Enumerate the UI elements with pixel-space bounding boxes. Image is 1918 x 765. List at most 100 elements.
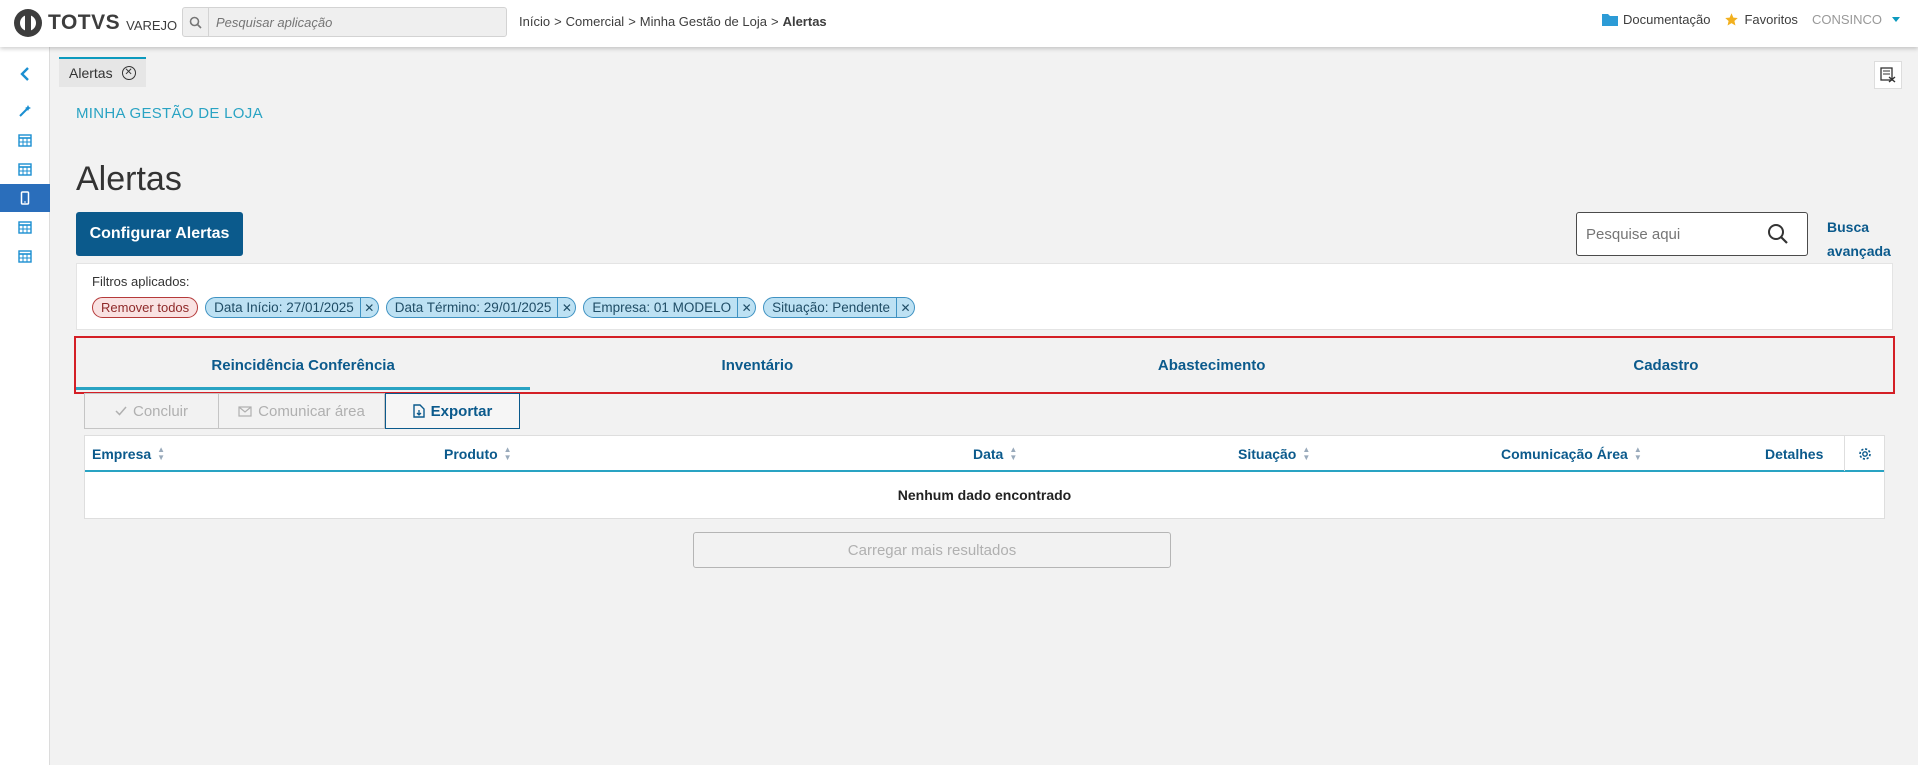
breadcrumb: Início > Comercial > Minha Gestão de Loj… bbox=[519, 14, 827, 29]
close-icon[interactable]: ✕ bbox=[737, 297, 755, 318]
breadcrumb-item-inicio[interactable]: Início bbox=[519, 14, 550, 29]
sidebar-item-mobile[interactable] bbox=[0, 184, 50, 212]
grid-header: Empresa ▲ ▼ Produto ▲ ▼ Data ▲ ▼ Situação ▲ ▼ Co… bbox=[85, 436, 1884, 472]
filter-chip-situacao: Situação: Pendente ✕ bbox=[763, 297, 916, 318]
advanced-search-label-1: Busca bbox=[1827, 219, 1870, 235]
column-header-situacao[interactable]: Situação ▲ ▼ bbox=[1238, 445, 1311, 463]
documentation-label: Documentação bbox=[1623, 12, 1711, 27]
communicate-area-label: Comunicar área bbox=[258, 402, 365, 420]
favorites-link[interactable]: Favoritos bbox=[1724, 12, 1798, 27]
table-icon bbox=[18, 162, 32, 176]
search-icon bbox=[183, 8, 209, 36]
user-menu[interactable]: CONSINCO bbox=[1812, 12, 1900, 27]
export-label: Exportar bbox=[430, 402, 493, 420]
chevron-left-icon bbox=[20, 67, 29, 81]
sidebar-item-wand[interactable] bbox=[0, 97, 50, 125]
close-icon[interactable]: ✕ bbox=[359, 297, 378, 318]
page-tab-alertas[interactable]: Alertas ✕ bbox=[59, 57, 146, 87]
user-label: CONSINCO bbox=[1811, 12, 1882, 27]
search-box bbox=[1576, 212, 1808, 256]
totvs-logo-icon bbox=[14, 9, 42, 37]
table-icon bbox=[18, 249, 32, 263]
breadcrumb-separator: > bbox=[554, 14, 562, 29]
filter-chip-label: Data Início: 27/01/2025 bbox=[214, 300, 354, 315]
filter-chip-data-termino: Data Término: 29/01/2025 ✕ bbox=[385, 297, 577, 318]
check-icon bbox=[115, 406, 127, 416]
filters-label: Filtros aplicados: bbox=[92, 274, 190, 289]
table-icon bbox=[18, 133, 32, 147]
search-icon[interactable] bbox=[1767, 223, 1789, 245]
column-header-data[interactable]: Data ▲ ▼ bbox=[973, 446, 1017, 463]
filter-chip-label: Empresa: 01 MODELO bbox=[592, 300, 732, 315]
sort-icon: ▲ ▼ bbox=[1633, 445, 1642, 462]
search-input[interactable] bbox=[1577, 225, 1767, 243]
sidebar bbox=[0, 47, 50, 765]
tab-cadastro[interactable]: Cadastro bbox=[1439, 338, 1893, 392]
logo-brand: TOTVS bbox=[48, 11, 121, 34]
filter-chip-empresa: Empresa: 01 MODELO ✕ bbox=[583, 297, 757, 318]
wand-icon bbox=[19, 105, 31, 117]
breadcrumb-separator: > bbox=[628, 14, 636, 29]
sidebar-item-table-1[interactable] bbox=[0, 126, 50, 154]
filter-chip-label: Data Término: 29/01/2025 bbox=[394, 300, 552, 315]
sidebar-item-table-4[interactable] bbox=[0, 242, 50, 270]
mobile-icon bbox=[20, 191, 30, 205]
documentation-link[interactable]: Documentação bbox=[1602, 12, 1710, 27]
app-search bbox=[182, 7, 507, 37]
column-header-label: Empresa bbox=[92, 446, 152, 462]
conclude-button[interactable]: Concluir bbox=[84, 393, 219, 429]
star-icon bbox=[1725, 13, 1739, 26]
gear-icon bbox=[1858, 447, 1871, 460]
breadcrumb-item-comercial[interactable]: Comercial bbox=[566, 14, 625, 29]
folder-icon bbox=[1602, 14, 1619, 26]
column-header-label: Detalhes bbox=[1765, 446, 1824, 462]
breadcrumb-item-gestao[interactable]: Minha Gestão de Loja bbox=[640, 14, 767, 29]
close-icon[interactable]: ✕ bbox=[121, 66, 136, 80]
column-header-label: Situação bbox=[1238, 446, 1297, 462]
clear-cache-button[interactable] bbox=[1874, 61, 1902, 89]
advanced-search-label-2: avançada bbox=[1827, 243, 1891, 259]
close-icon[interactable]: ✕ bbox=[896, 297, 914, 318]
mail-icon bbox=[238, 405, 252, 417]
favorites-label: Favoritos bbox=[1744, 12, 1798, 27]
breadcrumb-separator: > bbox=[770, 14, 779, 29]
top-right-menu: Documentação Favoritos CONSINCO bbox=[1602, 12, 1900, 27]
grid-actions: Concluir Comunicar área Exportar bbox=[84, 393, 520, 429]
tab-inventario[interactable]: Inventário bbox=[530, 338, 984, 392]
column-header-label: Produto bbox=[444, 446, 498, 462]
page-tab-label: Alertas bbox=[69, 65, 113, 81]
totvs-logo[interactable]: TOTVS VAREJO bbox=[14, 9, 177, 37]
table-icon bbox=[18, 220, 32, 234]
sort-icon: ▲ ▼ bbox=[1302, 445, 1311, 462]
sidebar-item-table-2[interactable] bbox=[0, 155, 50, 183]
sidebar-item-table-3[interactable] bbox=[0, 213, 50, 241]
column-header-produto[interactable]: Produto ▲ ▼ bbox=[444, 446, 512, 463]
export-button[interactable]: Exportar bbox=[385, 393, 520, 429]
tab-reincidencia-conferencia[interactable]: Reincidência Conferência bbox=[76, 338, 531, 392]
page-title: Alertas bbox=[76, 160, 182, 198]
filter-chip-label: Situação: Pendente bbox=[772, 300, 891, 315]
conclude-label: Concluir bbox=[132, 402, 189, 420]
list-close-icon bbox=[1880, 67, 1896, 83]
column-header-comunicacao-area[interactable]: Comunicação Área ▲ ▼ bbox=[1501, 445, 1642, 463]
close-icon[interactable]: ✕ bbox=[557, 297, 575, 318]
app-search-input[interactable] bbox=[209, 14, 499, 30]
advanced-search-link[interactable]: Busca avançada bbox=[1827, 215, 1891, 263]
configure-alerts-button[interactable]: Configurar Alertas bbox=[76, 212, 243, 256]
filter-chips: Remover todos Data Início: 27/01/2025 ✕ D… bbox=[92, 297, 916, 318]
file-export-icon bbox=[412, 404, 425, 418]
column-header-label: Comunicação Área bbox=[1501, 446, 1628, 462]
grid-settings-button[interactable] bbox=[1844, 436, 1884, 471]
sort-icon: ▲ ▼ bbox=[157, 445, 166, 462]
applied-filters-panel: Filtros aplicados: Remover todos Data In… bbox=[76, 263, 1893, 330]
sidebar-collapse-button[interactable] bbox=[0, 60, 50, 88]
module-name: MINHA GESTÃO DE LOJA bbox=[76, 105, 263, 122]
column-header-label: Data bbox=[973, 446, 1004, 462]
grid-empty-message: Nenhum dado encontrado bbox=[897, 487, 1072, 503]
remove-all-filters-chip[interactable]: Remover todos bbox=[92, 297, 199, 318]
load-more-button[interactable]: Carregar mais resultados bbox=[693, 532, 1171, 568]
communicate-area-button[interactable]: Comunicar área bbox=[219, 393, 385, 429]
column-header-empresa[interactable]: Empresa ▲ ▼ bbox=[92, 445, 166, 463]
breadcrumb-item-current: Alertas bbox=[782, 14, 827, 29]
tab-abastecimento[interactable]: Abastecimento bbox=[985, 338, 1439, 392]
